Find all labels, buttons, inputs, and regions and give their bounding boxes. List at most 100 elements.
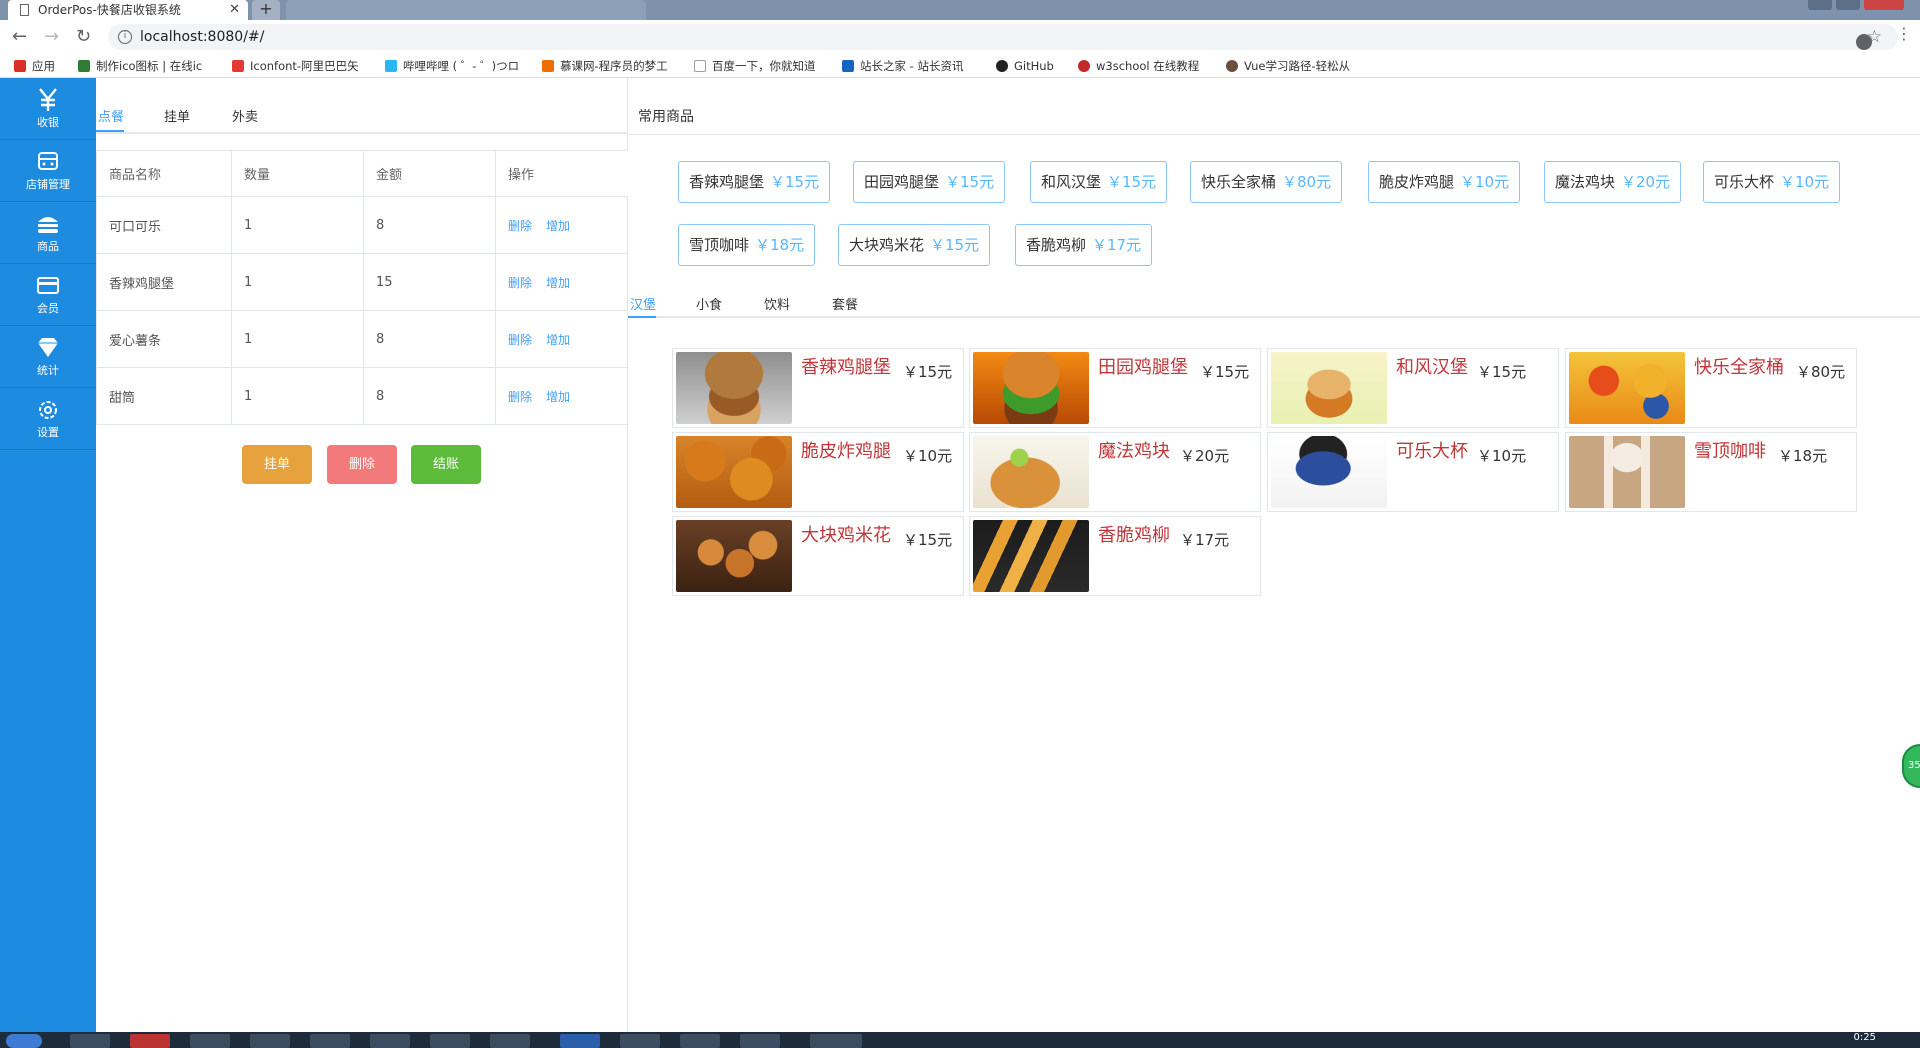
url-field[interactable]: i localhost:8080/#/ ☆ <box>108 24 1898 50</box>
goods-card[interactable]: 可乐大杯 ￥10元 <box>1267 432 1559 512</box>
cell-actions: 删除 增加 <box>495 196 629 254</box>
nav-item-settings[interactable]: 设置 <box>0 388 96 450</box>
taskbar-app[interactable] <box>130 1034 170 1048</box>
w3school-icon <box>1078 60 1090 72</box>
info-icon[interactable]: i <box>118 30 132 44</box>
tab-combo[interactable]: 套餐 <box>832 294 858 313</box>
window-close-button[interactable] <box>1864 0 1904 10</box>
add-link[interactable]: 增加 <box>546 390 570 404</box>
menu-kebab-icon[interactable]: ⋮ <box>1896 26 1912 42</box>
reload-icon[interactable]: ↻ <box>76 26 91 47</box>
cell-amount: 8 <box>363 196 496 254</box>
tab-burger[interactable]: 汉堡 <box>630 294 656 313</box>
tab-takeout[interactable]: 外卖 <box>232 106 258 125</box>
bookmark-item[interactable]: 哔哩哔哩 ( ゜- ゜)つロ <box>385 58 519 74</box>
nav-item-shop[interactable]: 店铺管理 <box>0 140 96 202</box>
bookmark-item[interactable]: Iconfont-阿里巴巴矢 <box>232 58 359 74</box>
goods-card[interactable]: 快乐全家桶 ￥80元 <box>1565 348 1857 428</box>
delete-link[interactable]: 删除 <box>508 333 532 347</box>
goods-name: 脆皮炸鸡腿 <box>1379 173 1455 191</box>
taskbar-app[interactable] <box>810 1034 862 1048</box>
goods-card[interactable]: 香脆鸡柳 ￥17元 <box>969 516 1261 596</box>
bookmark-item[interactable]: 百度一下，你就知道 <box>694 58 816 74</box>
tab-dine-in[interactable]: 点餐 <box>98 106 124 125</box>
tab-snack[interactable]: 小食 <box>696 294 722 313</box>
taskbar-app[interactable] <box>190 1034 230 1048</box>
taskbar-app[interactable] <box>680 1034 720 1048</box>
common-goods-item[interactable]: 魔法鸡块 ￥20元 <box>1544 161 1682 203</box>
common-goods-item[interactable]: 香辣鸡腿堡 ￥15元 <box>678 161 831 203</box>
add-link[interactable]: 增加 <box>546 276 570 290</box>
common-goods-item[interactable]: 香脆鸡柳 ￥17元 <box>1015 224 1153 266</box>
cell-actions: 删除 增加 <box>495 310 629 368</box>
common-goods-item[interactable]: 和风汉堡 ￥15元 <box>1030 161 1168 203</box>
goods-card[interactable]: 雪顶咖啡 ￥18元 <box>1565 432 1857 512</box>
goods-name: 大块鸡米花 <box>801 525 891 546</box>
bookmark-item[interactable]: w3school 在线教程 <box>1078 58 1199 74</box>
goods-card[interactable]: 脆皮炸鸡腿 ￥10元 <box>672 432 964 512</box>
goods-card[interactable]: 和风汉堡 ￥15元 <box>1267 348 1559 428</box>
page-icon <box>20 4 29 16</box>
taskbar-app[interactable] <box>370 1034 410 1048</box>
taskbar-app[interactable] <box>560 1034 600 1048</box>
common-goods-item[interactable]: 田园鸡腿堡 ￥15元 <box>853 161 1006 203</box>
nav-item-goods[interactable]: 商品 <box>0 202 96 264</box>
add-link[interactable]: 增加 <box>546 333 570 347</box>
tab-close-icon[interactable]: ✕ <box>229 0 240 20</box>
common-goods-item[interactable]: 大块鸡米花 ￥15元 <box>838 224 991 266</box>
common-goods-item[interactable]: 雪顶咖啡 ￥18元 <box>678 224 816 266</box>
bookmark-item[interactable]: 慕课网-程序员的梦工 <box>542 58 668 74</box>
back-arrow-icon[interactable]: ← <box>12 26 27 47</box>
background-tab[interactable] <box>286 0 646 20</box>
new-tab-button[interactable]: + <box>252 0 280 20</box>
bookmark-item[interactable]: Vue学习路径-轻松从 <box>1226 58 1350 74</box>
delete-all-button[interactable]: 删除 <box>327 445 397 484</box>
browser-tab[interactable]: OrderPos-快餐店收银系统 ✕ <box>8 0 248 20</box>
goods-card[interactable]: 香辣鸡腿堡 ￥15元 <box>672 348 964 428</box>
clock: 0:25 <box>1853 1032 1876 1043</box>
bookmark-item[interactable]: 应用 <box>14 58 55 74</box>
add-link[interactable]: 增加 <box>546 219 570 233</box>
goods-card[interactable]: 田园鸡腿堡 ￥15元 <box>969 348 1261 428</box>
delete-link[interactable]: 删除 <box>508 390 532 404</box>
taskbar-app[interactable] <box>430 1034 470 1048</box>
bookmark-item[interactable]: GitHub <box>996 58 1054 74</box>
goods-name: 脆皮炸鸡腿 <box>801 441 891 462</box>
nav-item-cashier[interactable]: 收银 <box>0 78 96 140</box>
goods-price: ￥15元 <box>770 173 820 191</box>
taskbar-app[interactable] <box>740 1034 780 1048</box>
nav-item-member[interactable]: 会员 <box>0 264 96 326</box>
goods-card[interactable]: 大块鸡米花 ￥15元 <box>672 516 964 596</box>
checkout-button[interactable]: 结账 <box>411 445 481 484</box>
tab-hang-order[interactable]: 挂单 <box>164 106 190 125</box>
bookmark-item[interactable]: 站长之家 - 站长资讯 <box>842 58 963 74</box>
iconfont-icon <box>232 60 244 72</box>
start-button[interactable] <box>6 1034 42 1048</box>
goods-price: ￥15元 <box>1107 173 1157 191</box>
forward-arrow-icon[interactable]: → <box>44 26 59 47</box>
common-goods-item[interactable]: 脆皮炸鸡腿 ￥10元 <box>1368 161 1521 203</box>
nav-item-stats[interactable]: 统计 <box>0 326 96 388</box>
common-goods-item[interactable]: 可乐大杯 ￥10元 <box>1703 161 1841 203</box>
taskbar-app[interactable] <box>70 1034 110 1048</box>
hang-order-button[interactable]: 挂单 <box>242 445 312 484</box>
goods-price: ￥20元 <box>1621 173 1671 191</box>
tab-drink[interactable]: 饮料 <box>764 294 790 313</box>
maximize-button[interactable] <box>1836 0 1860 10</box>
goods-price: ￥10元 <box>1460 173 1510 191</box>
goods-price: ￥17元 <box>1092 236 1142 254</box>
delete-link[interactable]: 删除 <box>508 219 532 233</box>
delete-link[interactable]: 删除 <box>508 276 532 290</box>
account-icon[interactable] <box>1856 34 1872 50</box>
goods-price: ￥17元 <box>1180 531 1230 549</box>
goods-card[interactable]: 魔法鸡块 ￥20元 <box>969 432 1261 512</box>
bookmark-item[interactable]: 制作ico图标 | 在线ic <box>78 58 202 74</box>
taskbar-app[interactable] <box>310 1034 350 1048</box>
common-goods-item[interactable]: 快乐全家桶 ￥80元 <box>1190 161 1343 203</box>
tab-active-indicator <box>628 316 656 318</box>
minimize-button[interactable] <box>1808 0 1832 10</box>
goods-price: ￥15元 <box>1200 363 1250 381</box>
taskbar-app[interactable] <box>490 1034 530 1048</box>
taskbar-app[interactable] <box>250 1034 290 1048</box>
taskbar-app[interactable] <box>620 1034 660 1048</box>
